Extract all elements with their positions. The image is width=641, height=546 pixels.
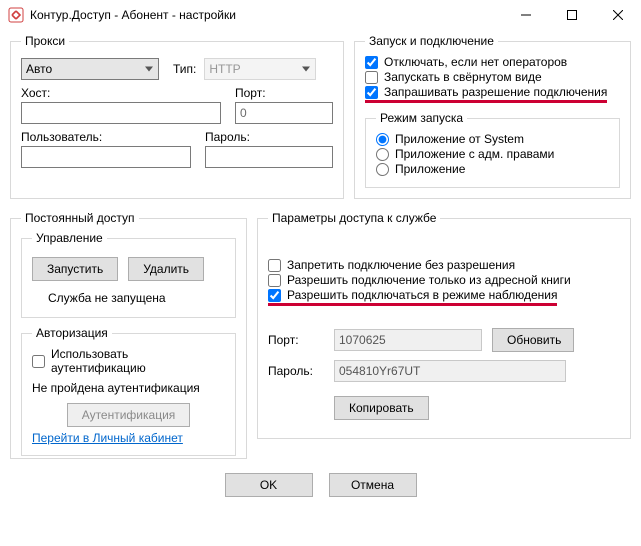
chk-disconnect-no-ops-input[interactable]: [365, 56, 378, 69]
chk-deny-noperm-label: Запретить подключение без разрешения: [287, 258, 515, 272]
chk-use-auth[interactable]: Использовать аутентификацию: [32, 347, 225, 375]
copy-button[interactable]: Копировать: [334, 396, 429, 420]
proxy-port-input: [235, 102, 333, 124]
service-status: Служба не запущена: [48, 291, 225, 305]
svc-pass-input: [334, 360, 566, 382]
chk-ask-permission-label: Запрашивать разрешение подключения: [384, 85, 607, 99]
chk-deny-noperm-input[interactable]: [268, 259, 281, 272]
radio-mode-system-input[interactable]: [376, 133, 389, 146]
refresh-button[interactable]: Обновить: [492, 328, 574, 352]
maximize-button[interactable]: [549, 0, 595, 30]
proxy-user-input: [21, 146, 191, 168]
chk-only-book-input[interactable]: [268, 274, 281, 287]
permanent-access-legend: Постоянный доступ: [21, 211, 139, 225]
proxy-type-select: HTTP: [204, 58, 316, 80]
proxy-host-input: [21, 102, 221, 124]
radio-mode-app[interactable]: Приложение: [376, 162, 609, 176]
proxy-user-label: Пользователь:: [21, 130, 191, 144]
svc-pass-label: Пароль:: [268, 364, 324, 378]
ok-button[interactable]: OK: [225, 473, 313, 497]
minimize-button[interactable]: [503, 0, 549, 30]
proxy-host-label: Хост:: [21, 86, 221, 100]
proxy-type-label: Тип:: [173, 62, 196, 76]
chk-use-auth-label: Использовать аутентификацию: [51, 347, 225, 375]
manage-legend: Управление: [32, 231, 107, 245]
radio-mode-system[interactable]: Приложение от System: [376, 132, 609, 146]
radio-mode-app-input[interactable]: [376, 163, 389, 176]
chk-disconnect-no-ops-label: Отключать, если нет операторов: [384, 55, 567, 69]
app-icon: [8, 7, 24, 23]
proxy-pass-label: Пароль:: [205, 130, 333, 144]
proxy-pass-input: [205, 146, 333, 168]
chk-start-minimized[interactable]: Запускать в свёрнутом виде: [365, 70, 620, 84]
service-params-legend: Параметры доступа к службе: [268, 211, 440, 225]
permanent-access-group: Постоянный доступ Управление Запустить У…: [10, 211, 247, 459]
auth-group: Авторизация Использовать аутентификацию …: [21, 326, 236, 456]
proxy-port-label: Порт:: [235, 86, 333, 100]
proxy-legend: Прокси: [21, 34, 69, 48]
auth-button: Аутентификация: [67, 403, 191, 427]
svc-port-label: Порт:: [268, 333, 324, 347]
close-button[interactable]: [595, 0, 641, 30]
chk-allow-observe-label: Разрешить подключаться в режиме наблюден…: [287, 288, 557, 302]
radio-mode-admin-input[interactable]: [376, 148, 389, 161]
chk-ask-permission-underline: Запрашивать разрешение подключения: [365, 85, 607, 103]
chk-start-minimized-input[interactable]: [365, 71, 378, 84]
start-service-button[interactable]: Запустить: [32, 257, 118, 281]
startup-mode-group: Режим запуска Приложение от System Прило…: [365, 111, 620, 188]
chk-ask-permission-input[interactable]: [365, 86, 378, 99]
chk-ask-permission[interactable]: Запрашивать разрешение подключения: [365, 85, 607, 99]
chk-only-book[interactable]: Разрешить подключение только из адресной…: [268, 273, 620, 287]
radio-mode-system-label: Приложение от System: [395, 132, 524, 146]
cabinet-link[interactable]: Перейти в Личный кабинет: [32, 431, 183, 445]
chk-start-minimized-label: Запускать в свёрнутом виде: [384, 70, 542, 84]
proxy-group: Прокси Авто Тип: HTTP Хост: Порт: Пользо…: [10, 34, 344, 199]
chk-use-auth-input[interactable]: [32, 355, 45, 368]
manage-group: Управление Запустить Удалить Служба не з…: [21, 231, 236, 318]
svc-port-input: [334, 329, 482, 351]
cancel-button[interactable]: Отмена: [329, 473, 417, 497]
chk-allow-observe-underline: Разрешить подключаться в режиме наблюден…: [268, 288, 557, 306]
startup-mode-legend: Режим запуска: [376, 111, 467, 125]
delete-service-button[interactable]: Удалить: [128, 257, 204, 281]
radio-mode-app-label: Приложение: [395, 162, 465, 176]
chk-disconnect-no-ops[interactable]: Отключать, если нет операторов: [365, 55, 620, 69]
titlebar: Контур.Доступ - Абонент - настройки: [0, 0, 641, 30]
radio-mode-admin-label: Приложение с адм. правами: [395, 147, 554, 161]
service-params-group: Параметры доступа к службе Запретить под…: [257, 211, 631, 439]
auth-legend: Авторизация: [32, 326, 112, 340]
chk-allow-observe-input[interactable]: [268, 289, 281, 302]
proxy-mode-select[interactable]: Авто: [21, 58, 159, 80]
startup-group: Запуск и подключение Отключать, если нет…: [354, 34, 631, 199]
chk-allow-observe[interactable]: Разрешить подключаться в режиме наблюден…: [268, 288, 557, 302]
startup-legend: Запуск и подключение: [365, 34, 498, 48]
radio-mode-admin[interactable]: Приложение с адм. правами: [376, 147, 609, 161]
auth-status: Не пройдена аутентификация: [32, 381, 225, 395]
chk-deny-noperm[interactable]: Запретить подключение без разрешения: [268, 258, 620, 272]
chk-only-book-label: Разрешить подключение только из адресной…: [287, 273, 571, 287]
window-title: Контур.Доступ - Абонент - настройки: [30, 8, 503, 22]
